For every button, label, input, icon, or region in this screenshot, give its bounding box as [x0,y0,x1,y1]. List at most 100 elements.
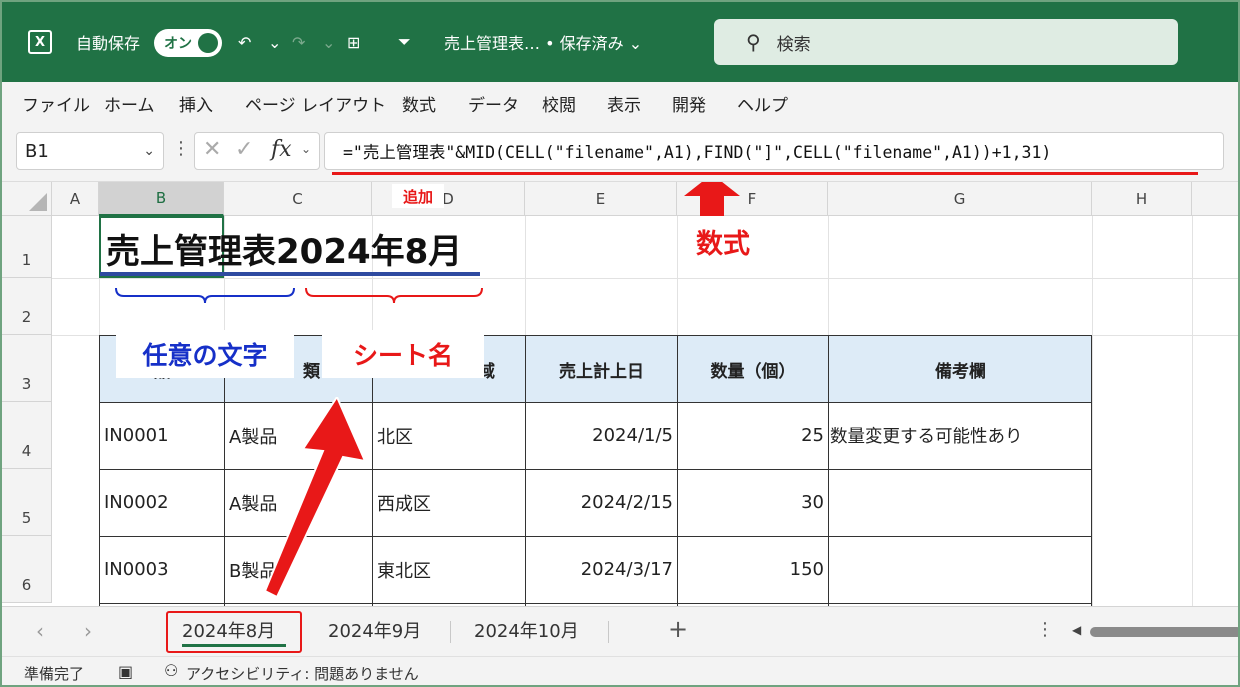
undo-icon[interactable]: ↶ [238,2,251,82]
name-box[interactable]: B1 ⌄ [16,132,164,170]
header-cell-notes[interactable]: 備考欄 [829,336,1092,402]
tab-file[interactable]: ファイル [22,91,90,116]
column-header-i[interactable] [1192,182,1238,216]
sheet-tab-2024-08[interactable]: 2024年8月 [182,617,275,643]
chevron-down-icon[interactable]: ⌄ [301,142,311,156]
document-title[interactable]: 売上管理表… • 保存済み ⌄ [444,2,642,82]
name-box-value: B1 [25,140,49,162]
gridline [52,278,1238,279]
tab-data[interactable]: データ [468,91,519,116]
chevron-right-icon[interactable]: › [84,619,92,643]
cancel-icon[interactable]: ✕ [203,137,221,162]
table-cell[interactable]: IN0001 [100,402,224,469]
gridline [1192,216,1193,606]
table-cell[interactable] [829,536,1092,603]
table-cell[interactable]: 2024/3/17 [526,536,677,603]
title-underline [100,272,480,276]
select-all-corner[interactable] [2,182,52,216]
excel-window: X 自動保存 オン ↶ ⌄ ↷ ⌄ ⊞ ⏷ 売上管理表… • 保存済み ⌄ ⚲ … [0,0,1240,687]
table-cell[interactable]: 150 [678,536,828,603]
table-border-line [99,536,1092,537]
autosave-toggle[interactable]: オン [154,29,222,57]
tab-help[interactable]: ヘルプ [737,91,788,116]
horizontal-scrollbar[interactable] [1090,627,1238,637]
column-header-h[interactable]: H [1092,182,1192,216]
sheet-title-cell[interactable]: 売上管理表2024年8月 [106,224,462,273]
undo-dropdown-icon[interactable]: ⌄ [268,2,281,82]
gridline [1092,216,1093,606]
table-cell[interactable]: IN0003 [100,536,224,603]
redo-icon[interactable]: ↷ [292,2,305,82]
blue-brace [115,287,295,304]
tab-view[interactable]: 表示 [607,91,641,116]
table-cell[interactable]: 西成区 [373,469,525,536]
search-input[interactable]: ⚲ 検索 [714,19,1178,65]
table-icon[interactable]: ⊞ [347,2,360,82]
column-header-b[interactable]: B [99,182,224,216]
formula-input[interactable]: ="売上管理表"&MID(CELL("filename",A1),FIND("]… [324,132,1224,170]
select-all-icon [29,193,47,211]
autosave-toggle-label: オン [164,36,192,52]
formula-highlight-underline [332,172,1198,175]
row-header-1[interactable]: 1 [2,216,52,278]
row-header-6[interactable]: 6 [2,536,52,603]
chevron-down-icon[interactable]: ⌄ [143,143,155,159]
accessibility-status[interactable]: アクセシビリティ: 問題ありません [186,663,419,684]
column-header-a[interactable]: A [52,182,99,216]
tab-developer[interactable]: 開発 [672,91,706,116]
autosave-label: 自動保存 [76,34,141,53]
table-border-line [525,335,526,606]
table-cell[interactable] [829,469,1092,536]
column-header-c[interactable]: C [224,182,372,216]
sheet-tab-bar: ‹ › 2024年8月 2024年9月 2024年10月 + ⋮ ◀ [2,606,1238,656]
tab-insert[interactable]: 挿入 [179,91,213,116]
macro-record-icon[interactable]: ▣ [118,662,133,681]
toggle-knob [198,33,218,53]
chevron-left-icon[interactable]: ‹ [36,619,44,643]
row-header-4[interactable]: 4 [2,402,52,469]
table-cell[interactable]: 数量変更する可能性あり [830,402,1092,469]
title-bar: X 自動保存 オン ↶ ⌄ ↷ ⌄ ⊞ ⏷ 売上管理表… • 保存済み ⌄ ⚲ … [2,2,1238,82]
column-header-g[interactable]: G [828,182,1092,216]
tab-review[interactable]: 校閲 [542,91,576,116]
row-header-5[interactable]: 5 [2,469,52,536]
redo-dropdown-icon[interactable]: ⌄ [322,2,335,82]
annotation-added: 追加 [392,184,444,208]
table-border-line [99,603,1092,604]
more-options-icon[interactable]: ⋮ [172,138,190,159]
tab-home[interactable]: ホーム [104,91,155,116]
worksheet-grid[interactable]: A B C D E F G H 1 2 3 4 5 6 品 類 域 売上計上日 … [2,182,1238,606]
add-sheet-icon[interactable]: + [668,615,688,643]
sheet-tab-2024-09[interactable]: 2024年9月 [328,617,421,643]
scroll-left-icon[interactable]: ◀ [1072,623,1081,637]
row-header-3[interactable]: 3 [2,335,52,402]
red-brace [305,287,483,304]
table-cell[interactable]: 東北区 [373,536,525,603]
table-cell[interactable]: 30 [678,469,828,536]
excel-logo-icon[interactable]: X [28,30,52,54]
sheet-tab-2024-10[interactable]: 2024年10月 [474,617,579,643]
insert-function-icon[interactable]: fx [271,137,292,162]
table-cell[interactable]: 2024/2/15 [526,469,677,536]
status-ready: 準備完了 [24,665,85,683]
enter-icon[interactable]: ✓ [235,137,253,162]
annotation-formula: 数式 [696,229,750,260]
more-options-icon[interactable]: ⋮ [1036,619,1054,640]
header-cell-date[interactable]: 売上計上日 [526,336,677,402]
ribbon-tabs: ファイル ホーム 挿入 ページ レイアウト 数式 データ 校閲 表示 開発 ヘル… [2,82,1238,122]
formula-controls: ✕ ✓ fx ⌄ [194,132,320,170]
accessibility-icon[interactable]: ⚇ [164,661,178,680]
tab-page-layout[interactable]: ページ レイアウト [245,91,386,116]
table-cell[interactable]: IN0002 [100,469,224,536]
status-bar: 準備完了 ▣ ⚇ アクセシビリティ: 問題ありません [2,656,1238,685]
tab-formulas[interactable]: 数式 [402,91,436,116]
column-header-e[interactable]: E [525,182,677,216]
header-cell-qty[interactable]: 数量（個） [678,336,828,402]
row-header-2[interactable]: 2 [2,278,52,335]
annotation-arbitrary-text: 任意の文字 [116,330,294,378]
table-border-line [677,335,678,606]
table-cell[interactable]: 北区 [373,402,525,469]
table-cell[interactable]: 25 [678,402,828,469]
quick-access-dropdown-icon[interactable]: ⏷ [398,2,411,82]
table-cell[interactable]: 2024/1/5 [526,402,677,469]
